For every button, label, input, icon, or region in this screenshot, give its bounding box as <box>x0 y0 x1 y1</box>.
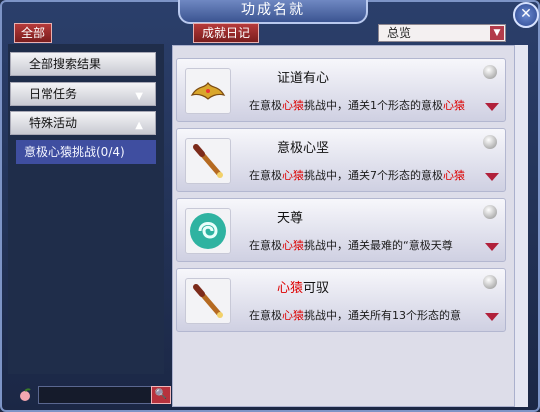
overview-select[interactable]: 总览 ▼ <box>378 24 506 42</box>
achievement-description: 在意极心猿挑战中，通关1个形态的意极心猿 <box>249 99 465 112</box>
expand-triangle-icon[interactable] <box>485 173 499 181</box>
achievement-card[interactable]: 心猿可驭 在意极心猿挑战中，通关所有13个形态的意 <box>176 268 506 332</box>
achievement-title: 天尊 <box>277 211 304 226</box>
category-label: 日常任务 <box>29 87 78 101</box>
achievement-title: 证道有心 <box>277 71 330 86</box>
category-daily-tasks[interactable]: 日常任务 ▼ <box>10 82 156 106</box>
category-label: 特殊活动 <box>29 116 78 130</box>
achievement-description: 在意极心猿挑战中，通关最难的“意极天尊 <box>249 239 453 252</box>
expand-chevron-icon[interactable]: ▼ <box>135 86 143 108</box>
medal-icon <box>483 205 497 219</box>
staff-icon <box>185 138 231 184</box>
search-icon[interactable]: 🔍 <box>151 386 171 404</box>
expand-triangle-icon[interactable] <box>485 103 499 111</box>
swirl-icon <box>185 208 231 254</box>
peach-icon <box>20 388 31 401</box>
expand-triangle-icon[interactable] <box>485 313 499 321</box>
staff-icon <box>185 278 231 324</box>
medal-icon <box>483 65 497 79</box>
overview-select-value: 总览 <box>387 26 412 40</box>
category-all-search-results[interactable]: 全部搜索结果 <box>10 52 156 76</box>
subcategory-selected[interactable]: 意极心猿挑战(0/4) <box>16 140 156 164</box>
all-button[interactable]: 全部 <box>14 23 52 43</box>
scrollbar[interactable] <box>514 45 528 407</box>
medal-icon <box>483 135 497 149</box>
achievement-card[interactable]: 证道有心 在意极心猿挑战中，通关1个形态的意极心猿 <box>176 58 506 122</box>
achievement-title: 心猿可驭 <box>277 281 330 296</box>
crown-icon <box>185 68 231 114</box>
category-label: 全部搜索结果 <box>29 57 102 71</box>
collapse-chevron-icon[interactable]: ▲ <box>135 115 143 137</box>
medal-icon <box>483 275 497 289</box>
category-special-events[interactable]: 特殊活动 ▲ <box>10 111 156 135</box>
achievement-description: 在意极心猿挑战中，通关7个形态的意极心猿 <box>249 169 465 182</box>
diary-button[interactable]: 成就日记 <box>193 23 259 43</box>
window-title: 功成名就 <box>178 0 368 24</box>
close-icon[interactable]: ✕ <box>513 2 539 28</box>
achievement-title: 意极心坚 <box>277 141 330 156</box>
achievement-card[interactable]: 意极心坚 在意极心猿挑战中，通关7个形态的意极心猿 <box>176 128 506 192</box>
chevron-down-icon[interactable]: ▼ <box>490 26 504 40</box>
achievement-description: 在意极心猿挑战中，通关所有13个形态的意 <box>249 309 461 322</box>
expand-triangle-icon[interactable] <box>485 243 499 251</box>
achievement-card[interactable]: 天尊 在意极心猿挑战中，通关最难的“意极天尊 <box>176 198 506 262</box>
search-input[interactable] <box>38 386 152 404</box>
